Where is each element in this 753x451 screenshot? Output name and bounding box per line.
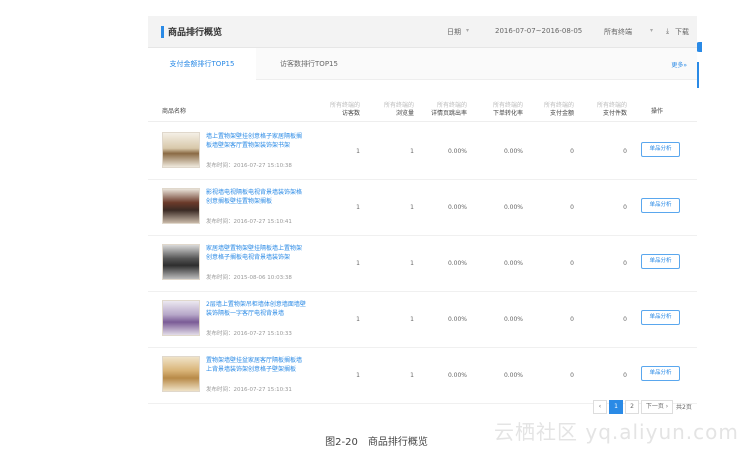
col-sub-label: 所有终端的 [492, 102, 523, 109]
download-button[interactable]: 下载 [675, 27, 689, 37]
col-sub-label: 所有终端的 [543, 102, 574, 109]
visitors-value: 1 [356, 316, 360, 323]
conversion-value: 0.00% [503, 204, 523, 211]
product-name-link[interactable]: 墙上置物架壁挂创意格子家居隔板搁板墙壁架客厅置物架装饰架书架 [206, 132, 306, 150]
col-bounce-label: 详情页跳出率 [430, 110, 467, 117]
amount-value: 0 [570, 148, 574, 155]
single-analysis-button[interactable]: 单品分析 [641, 366, 680, 381]
bounce-value: 0.00% [447, 372, 467, 379]
panel-title: 商品排行概览 [168, 28, 223, 38]
panel-header: 商品排行概览 日期 ▾ 2016-07-07~2016-08-05 所有终端 ▾… [148, 16, 697, 48]
col-sub-label: 所有终端的 [329, 102, 360, 109]
col-amount: 所有终端的 支付金额 [544, 102, 574, 118]
publish-time: 发布时间：2016-07-27 15:10:41 [206, 219, 292, 225]
next-page-button[interactable]: 下一页 › [641, 400, 673, 414]
ranking-tabs: 支付金额排行TOP15 访客数排行TOP15 更多» [148, 48, 697, 80]
single-analysis-button[interactable]: 单品分析 [641, 198, 680, 213]
table-row: 墙上置物架壁挂创意格子家居隔板搁板墙壁架客厅置物架装饰架书架 发布时间：2016… [148, 124, 697, 180]
col-views-label: 浏览量 [395, 110, 414, 117]
amount-value: 0 [570, 260, 574, 267]
page-2-button[interactable]: 2 [625, 400, 639, 414]
publish-time: 发布时间：2016-07-27 15:10:33 [206, 331, 292, 337]
product-thumbnail[interactable] [162, 188, 200, 224]
product-name-link[interactable]: 影视墙电视隔板电视背景墙装饰架格创意搁板壁挂置物架搁板 [206, 188, 306, 206]
col-conversion-label: 下单转化率 [492, 110, 523, 117]
col-sub-label: 所有终端的 [596, 102, 627, 109]
download-icon[interactable]: ⤓ [666, 27, 669, 36]
col-views: 所有终端的 浏览量 [384, 102, 414, 118]
amount-value: 0 [570, 204, 574, 211]
table-header: 商品名称 所有终端的 访客数 所有终端的 浏览量 所有终端的 详情页跳出率 所有终端的… [148, 102, 697, 122]
single-analysis-button[interactable]: 单品分析 [641, 142, 680, 157]
views-value: 1 [410, 260, 414, 267]
table-row: 置物架墙壁挂盆家居客厅隔板搁板墙上背景墙装饰架创意格子壁架搁板 发布时间：201… [148, 348, 697, 404]
publish-time: 发布时间：2015-08-06 10:03:38 [206, 275, 292, 281]
conversion-value: 0.00% [503, 148, 523, 155]
conversion-value: 0.00% [503, 260, 523, 267]
col-sub-label: 所有终端的 [383, 102, 414, 109]
conversion-value: 0.00% [503, 372, 523, 379]
terminal-select[interactable]: 所有终端 [604, 27, 632, 37]
page-total: 共2页 [676, 404, 692, 411]
more-link[interactable]: 更多» [671, 60, 687, 69]
chevron-down-icon: ▾ [466, 27, 470, 34]
pieces-value: 0 [623, 204, 627, 211]
visitors-value: 1 [356, 148, 360, 155]
table-row: 2层墙上置物架吊柜墙体创意墙面墙壁装饰隔板一字客厅电视背景墙 发布时间：2016… [148, 292, 697, 348]
product-thumbnail[interactable] [162, 356, 200, 392]
views-value: 1 [410, 148, 414, 155]
col-bounce: 所有终端的 详情页跳出率 [431, 102, 467, 118]
product-name-link[interactable]: 2层墙上置物架吊柜墙体创意墙面墙壁装饰隔板一字客厅电视背景墙 [206, 300, 306, 318]
product-thumbnail[interactable] [162, 300, 200, 336]
col-conversion: 所有终端的 下单转化率 [493, 102, 523, 118]
conversion-value: 0.00% [503, 316, 523, 323]
pieces-value: 0 [623, 316, 627, 323]
product-thumbnail[interactable] [162, 132, 200, 168]
col-product-name: 商品名称 [162, 108, 187, 115]
single-analysis-button[interactable]: 单品分析 [641, 254, 680, 269]
col-amount-label: 支付金额 [549, 110, 574, 117]
product-name-link[interactable]: 置物架墙壁挂盆家居客厅隔板搁板墙上背景墙装饰架创意格子壁架搁板 [206, 356, 306, 374]
tab-payment-top15[interactable]: 支付金额排行TOP15 [148, 48, 256, 80]
table-row: 家居墙壁置物架壁挂隔板墙上置物架创意格子搁板电视背景墙装饰架 发布时间：2015… [148, 236, 697, 292]
col-action: 操作 [651, 108, 664, 115]
views-value: 1 [410, 316, 414, 323]
table-row: 影视墙电视隔板电视背景墙装饰架格创意搁板壁挂置物架搁板 发布时间：2016-07… [148, 180, 697, 236]
prev-page-button[interactable]: ‹ [593, 400, 607, 414]
chevron-down-icon: ▾ [650, 27, 654, 34]
single-analysis-button[interactable]: 单品分析 [641, 310, 680, 325]
bounce-value: 0.00% [447, 316, 467, 323]
bounce-value: 0.00% [447, 148, 467, 155]
publish-time: 发布时间：2016-07-27 15:10:31 [206, 387, 292, 393]
page-1-button[interactable]: 1 [609, 400, 623, 414]
title-accent-bar [161, 26, 164, 38]
visitors-value: 1 [356, 260, 360, 267]
date-range[interactable]: 2016-07-07~2016-08-05 [495, 27, 582, 35]
col-visitors: 所有终端的 访客数 [330, 102, 360, 118]
pieces-value: 0 [623, 148, 627, 155]
visitors-value: 1 [356, 372, 360, 379]
figure-caption: 图2-20 商品排行概览 [325, 437, 428, 448]
bounce-value: 0.00% [447, 204, 467, 211]
bounce-value: 0.00% [447, 260, 467, 267]
col-visitors-label: 访客数 [341, 110, 360, 117]
publish-time: 发布时间：2016-07-27 15:10:38 [206, 163, 292, 169]
product-ranking-panel: 商品排行概览 日期 ▾ 2016-07-07~2016-08-05 所有终端 ▾… [148, 16, 697, 420]
amount-value: 0 [570, 316, 574, 323]
product-thumbnail[interactable] [162, 244, 200, 280]
views-value: 1 [410, 204, 414, 211]
amount-value: 0 [570, 372, 574, 379]
col-pieces: 所有终端的 支付件数 [597, 102, 627, 118]
col-pieces-label: 支付件数 [602, 110, 627, 117]
pieces-value: 0 [623, 372, 627, 379]
tab-visitors-top15[interactable]: 访客数排行TOP15 [256, 48, 362, 80]
col-sub-label: 所有终端的 [436, 102, 467, 109]
pieces-value: 0 [623, 260, 627, 267]
views-value: 1 [410, 372, 414, 379]
date-label[interactable]: 日期 [447, 27, 461, 37]
product-name-link[interactable]: 家居墙壁置物架壁挂隔板墙上置物架创意格子搁板电视背景墙装饰架 [206, 244, 306, 262]
visitors-value: 1 [356, 204, 360, 211]
